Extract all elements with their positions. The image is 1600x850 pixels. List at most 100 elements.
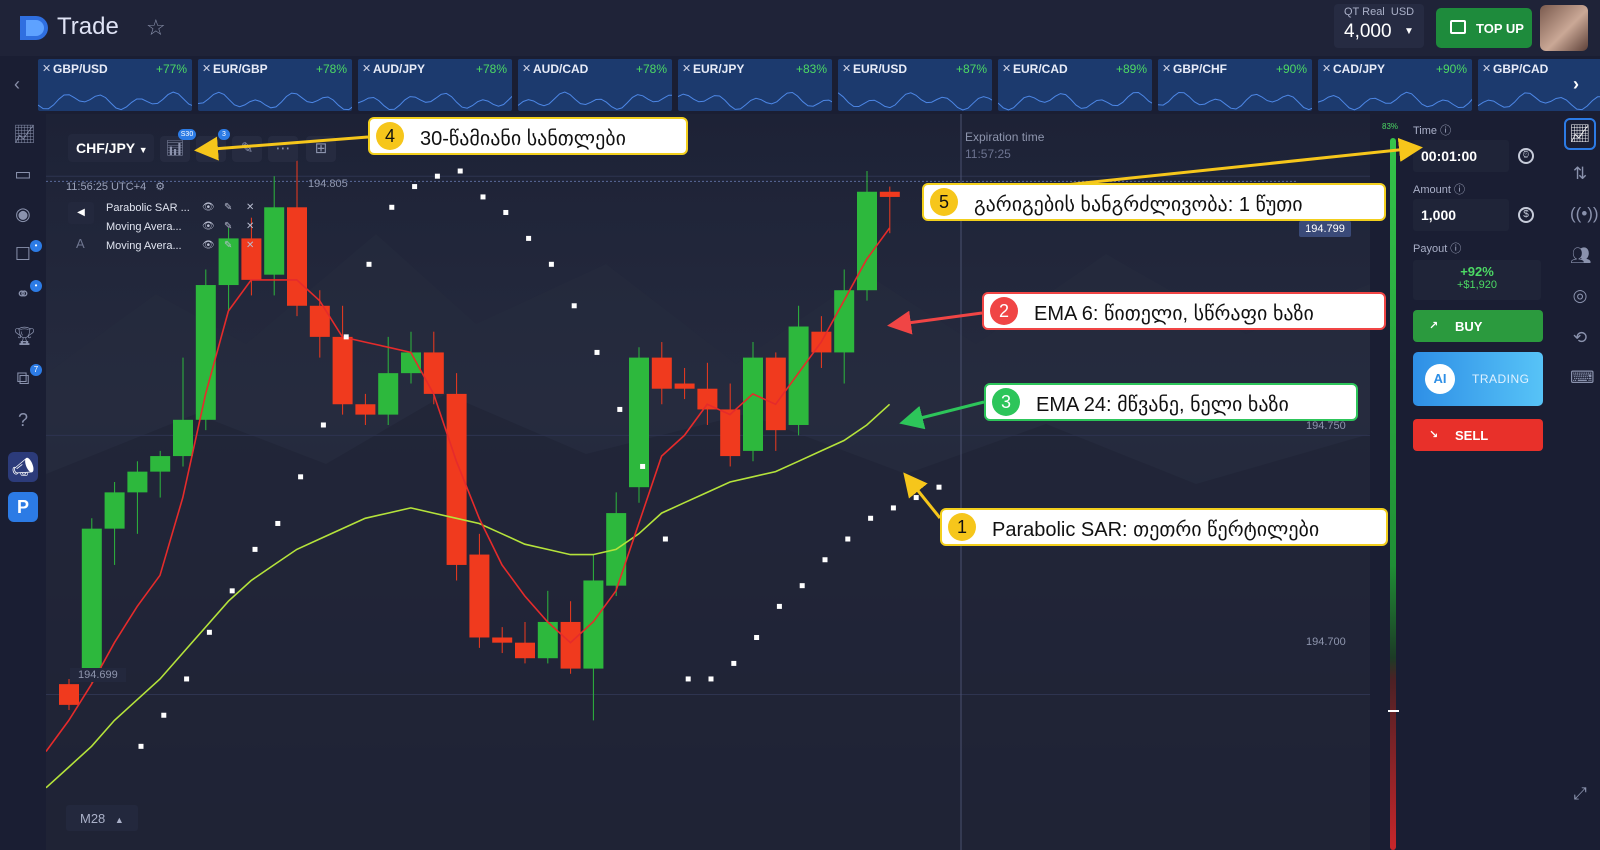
sar-dot — [138, 743, 144, 749]
close-icon[interactable]: ✕ — [42, 62, 51, 75]
close-icon[interactable]: ✕ — [1002, 62, 1011, 75]
ticker-payout: +87% — [955, 62, 987, 76]
ai-trading-button[interactable]: AI TRADING — [1413, 352, 1543, 406]
dollar-icon[interactable]: $ — [1518, 207, 1534, 223]
sar-dot — [480, 194, 486, 200]
sar-dot — [662, 536, 668, 542]
ticker-item[interactable]: ✕ AUD/CAD +78% — [518, 59, 672, 111]
trophy-icon[interactable]: 🏆︎ — [13, 326, 36, 346]
ticker-pair: EUR/CAD — [1013, 62, 1068, 76]
clock-icon[interactable]: ⌚︎ — [1518, 148, 1534, 164]
sar-dot — [868, 515, 874, 521]
candle-body — [583, 580, 604, 669]
price-chart[interactable] — [46, 114, 1370, 850]
close-icon[interactable]: ✕ — [522, 62, 531, 75]
close-icon[interactable]: ✕ — [362, 62, 371, 75]
sar-dot — [640, 463, 646, 469]
close-icon[interactable]: ✕ — [842, 62, 851, 75]
candle-body — [515, 642, 535, 659]
megaphone-icon[interactable]: 📣︎ — [8, 452, 38, 482]
close-icon[interactable]: ✕ — [1322, 62, 1331, 75]
users-icon[interactable]: 👥︎ — [1570, 246, 1592, 266]
candle-body — [857, 191, 877, 291]
timeframe-selector[interactable]: M28 ▲ — [66, 805, 138, 831]
close-icon[interactable]: ✕ — [1482, 62, 1491, 75]
ticker-payout: +89% — [1115, 62, 1147, 76]
top-up-button[interactable]: TOP UP — [1436, 8, 1532, 48]
ticker-prev-icon[interactable]: ‹ — [14, 74, 20, 95]
ticker-item[interactable]: ✕ GBP/CHF +90% — [1158, 59, 1312, 111]
remove-icon[interactable]: ✕ — [246, 221, 254, 232]
ticker-item[interactable]: ✕ GBP/USD +77% — [38, 59, 192, 111]
collapse-indicators-button[interactable]: ◀ — [68, 202, 94, 224]
remove-icon[interactable]: ✕ — [246, 240, 254, 251]
trade-chart-icon[interactable]: 📈︎ — [1564, 118, 1596, 150]
fullscreen-icon[interactable]: ⤢ — [1570, 784, 1590, 804]
close-icon[interactable]: ✕ — [1162, 62, 1171, 75]
ticker-item[interactable]: ✕ EUR/USD +87% — [838, 59, 992, 111]
sar-dot — [503, 209, 509, 215]
high-price-label: 194.805 — [308, 178, 348, 190]
target-icon[interactable]: ◎ — [1570, 286, 1590, 306]
right-sidebar: 📈︎ ⇅ ((•)) 👥︎ ◎ ⟲ ⌨ ⤢ — [1560, 114, 1600, 850]
sell-button[interactable]: ↘ SELL — [1413, 419, 1543, 451]
chart-icon[interactable]: 📈︎ — [13, 124, 36, 144]
candle-body — [287, 207, 307, 306]
symbol-selector[interactable]: CHF/JPY ▼ — [68, 134, 154, 162]
close-icon[interactable]: ✕ — [202, 62, 211, 75]
eye-icon[interactable]: 👁︎ — [202, 202, 215, 213]
indicator-name[interactable]: Moving Avera... — [106, 221, 182, 233]
account-selector[interactable]: QT Real USD 4,000 ▼ — [1334, 4, 1424, 48]
payout-percent: +92% — [1460, 264, 1494, 279]
ticker-item[interactable]: ✕ EUR/GBP +78% — [198, 59, 352, 111]
platform-logo-icon[interactable]: P — [8, 492, 38, 522]
ticker-item[interactable]: ✕ GBP/CAD — [1478, 59, 1600, 111]
price-level-label: 194.700 — [1306, 636, 1346, 648]
favorite-star-icon[interactable]: ☆ — [146, 15, 166, 41]
amount-input[interactable]: 1,000 — [1413, 199, 1509, 231]
briefcase-icon[interactable]: ▭ — [13, 164, 33, 184]
profile-icon[interactable]: ◉ — [13, 204, 33, 224]
history-icon[interactable]: ⟲ — [1570, 328, 1590, 348]
remove-icon[interactable]: ✕ — [246, 202, 254, 213]
signal-icon[interactable]: ((•)) — [1570, 204, 1599, 224]
keyboard-icon[interactable]: ⌨ — [1570, 368, 1595, 388]
buy-button[interactable]: ↗ BUY — [1413, 310, 1543, 342]
ticker-payout: +83% — [795, 62, 827, 76]
drawing-tools-button[interactable]: ✎ — [232, 136, 262, 162]
swap-arrows-icon[interactable]: ⇅ — [1570, 164, 1590, 184]
sar-dot — [594, 349, 600, 355]
ticker-item[interactable]: ✕ EUR/JPY +83% — [678, 59, 832, 111]
edit-icon[interactable]: ✎ — [224, 202, 232, 213]
sar-dot — [184, 676, 190, 682]
ticker-item[interactable]: ✕ CAD/JPY +90% — [1318, 59, 1472, 111]
sar-dot — [275, 520, 281, 526]
ticker-item[interactable]: ✕ EUR/CAD +89% — [998, 59, 1152, 111]
ticker-sparkline — [1158, 91, 1312, 111]
brand-logo-icon[interactable] — [18, 14, 54, 42]
edit-icon[interactable]: ✎ — [224, 221, 232, 232]
sar-dot — [708, 676, 714, 682]
candle-body — [788, 326, 809, 425]
eye-icon[interactable]: 👁︎ — [202, 221, 215, 232]
sar-dot — [776, 603, 782, 609]
ticker-item[interactable]: ✕ AUD/JPY +78% — [358, 59, 512, 111]
auto-scale-label[interactable]: A — [76, 236, 85, 251]
indicator-name[interactable]: Moving Avera... — [106, 240, 182, 252]
edit-icon[interactable]: ✎ — [224, 240, 232, 251]
layout-button[interactable]: ⊞ — [306, 136, 336, 162]
ticker-next-icon[interactable]: › — [1573, 74, 1579, 95]
server-time: 11:56:25 UTC+4 ⚙ — [66, 181, 166, 193]
sar-dot — [754, 634, 760, 640]
expiration-time: 11:57:25 — [965, 147, 1011, 161]
chart-area[interactable]: CHF/JPY ▼ 📊︎ S30 ∿ 3 ✎ ⋯ ⊞ 11:56:25 UTC+… — [46, 114, 1370, 850]
time-input[interactable]: 00:01:00 — [1413, 140, 1509, 172]
ticker-payout: +90% — [1435, 62, 1467, 76]
brand-name[interactable]: Trade — [57, 13, 119, 41]
user-avatar[interactable] — [1540, 5, 1588, 51]
indicator-name[interactable]: Parabolic SAR ... — [106, 202, 190, 214]
eye-icon[interactable]: 👁︎ — [202, 240, 215, 251]
help-icon[interactable]: ? — [13, 410, 33, 430]
close-icon[interactable]: ✕ — [682, 62, 691, 75]
more-options-button[interactable]: ⋯ — [268, 136, 298, 162]
